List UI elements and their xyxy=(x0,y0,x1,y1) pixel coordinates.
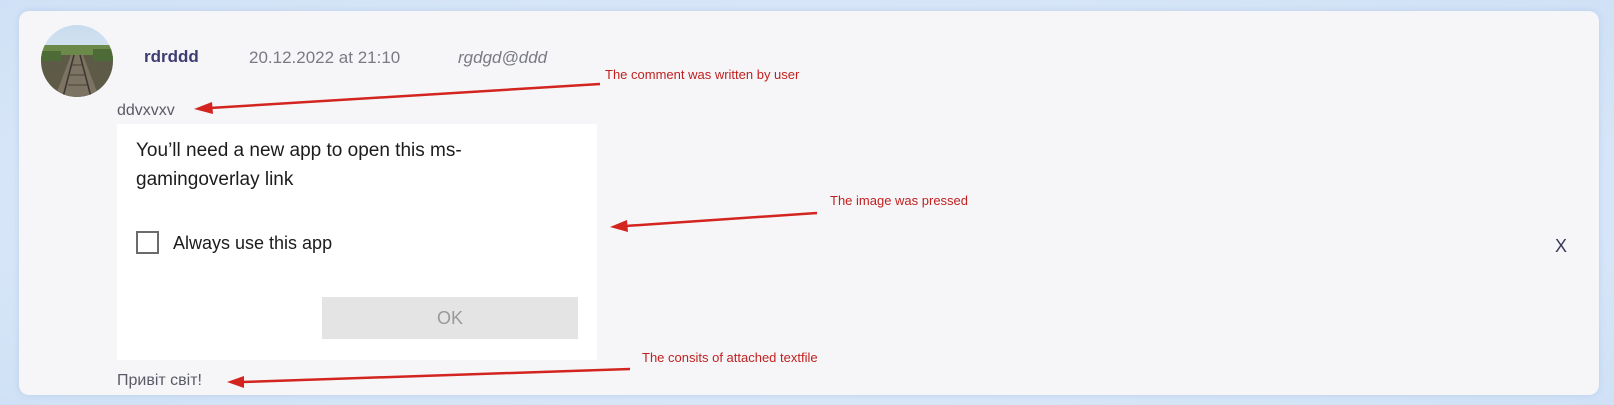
attached-file-text: Привіт світ! xyxy=(117,372,202,389)
annotation-image: The image was pressed xyxy=(830,193,969,208)
close-icon[interactable]: X xyxy=(1555,236,1567,257)
dialog-checkbox-label: Always use this app xyxy=(173,233,333,253)
dialog-ok-button: OK xyxy=(322,297,578,339)
annotation-comment: The comment was written by user xyxy=(605,67,800,82)
comment-text: ddvxvxv xyxy=(117,102,175,119)
comment-date: 20.12.2022 at 21:10 xyxy=(249,48,401,67)
user-avatar xyxy=(41,25,113,97)
page-background: rdrddd 20.12.2022 at 21:10 rgdgd@ddd ddv… xyxy=(0,0,1614,405)
annotation-file: The consits of attached textfile xyxy=(642,350,818,365)
dialog-checkbox xyxy=(136,231,159,254)
dialog-title: You’ll need a new app to open this ms-ga… xyxy=(136,140,462,190)
comment-email: rgdgd@ddd xyxy=(458,48,548,67)
attached-image[interactable]: You’ll need a new app to open this ms-ga… xyxy=(117,124,597,360)
railway-photo-avatar-icon xyxy=(41,25,113,97)
comment-username: rdrddd xyxy=(144,47,199,66)
